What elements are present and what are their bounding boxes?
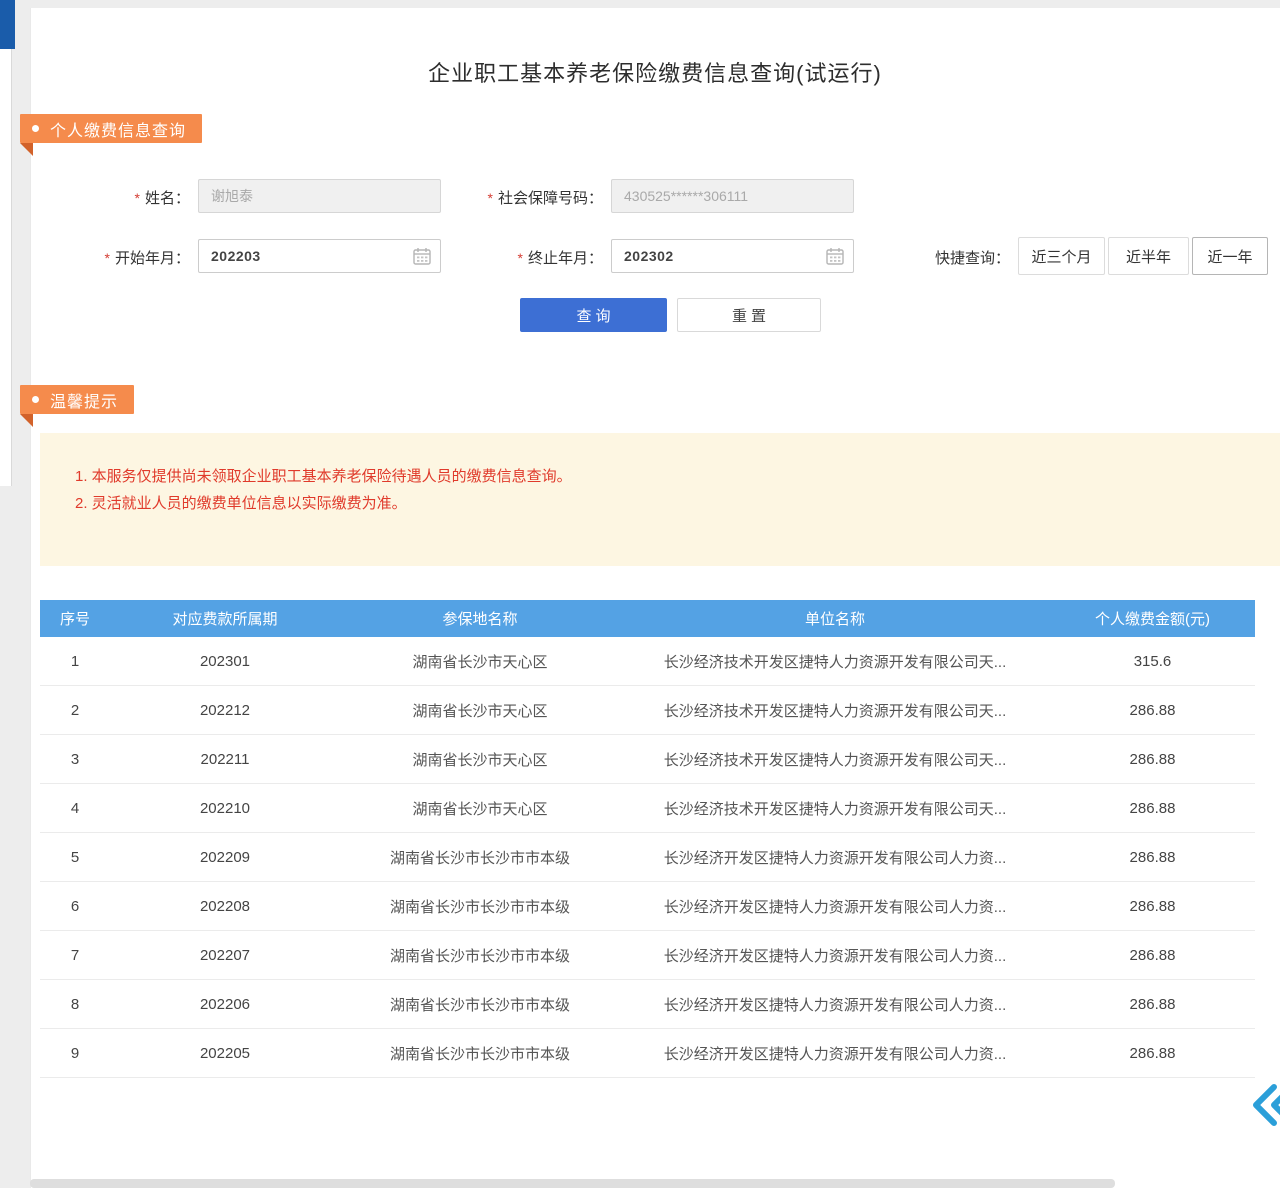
section-header-tips: 温馨提示 — [20, 385, 134, 414]
ssn-field[interactable] — [611, 179, 854, 213]
required-asterisk: * — [488, 190, 493, 206]
page-title: 企业职工基本养老保险缴费信息查询(试运行) — [30, 56, 1280, 88]
tip-line-2: 2. 灵活就业人员的缴费单位信息以实际缴费为准。 — [75, 491, 1260, 516]
required-asterisk: * — [518, 250, 523, 266]
calendar-icon[interactable] — [412, 246, 432, 266]
table-row: 7202207湖南省长沙市长沙市市本级长沙经济开发区捷特人力资源开发有限公司人力… — [40, 931, 1255, 980]
dot-icon — [32, 125, 39, 132]
end-date-label: *终止年月： — [440, 247, 603, 268]
start-date-label: *开始年月： — [58, 247, 190, 268]
quick-query-label: 快捷查询： — [900, 247, 1010, 268]
col-amount: 个人缴费金额(元) — [1050, 608, 1255, 629]
top-left-blue-corner — [0, 0, 15, 49]
col-place: 参保地名称 — [340, 608, 620, 629]
end-date-field[interactable] — [611, 239, 854, 273]
col-period: 对应费款所属期 — [110, 608, 340, 629]
table-row: 8202206湖南省长沙市长沙市市本级长沙经济开发区捷特人力资源开发有限公司人力… — [40, 980, 1255, 1029]
required-asterisk: * — [135, 190, 140, 206]
col-company: 单位名称 — [620, 608, 1050, 629]
quick-option-halfyear[interactable]: 近半年 — [1108, 237, 1189, 275]
calendar-icon[interactable] — [825, 246, 845, 266]
required-asterisk: * — [105, 250, 110, 266]
name-label: *姓名： — [58, 187, 190, 208]
dot-icon — [32, 396, 39, 403]
table-row: 6202208湖南省长沙市长沙市市本级长沙经济开发区捷特人力资源开发有限公司人力… — [40, 882, 1255, 931]
table-row: 1202301湖南省长沙市天心区长沙经济技术开发区捷特人力资源开发有限公司天..… — [40, 637, 1255, 686]
ribbon-fold — [20, 414, 33, 427]
table-row: 9202205湖南省长沙市长沙市市本级长沙经济开发区捷特人力资源开发有限公司人力… — [40, 1029, 1255, 1078]
table-row: 4202210湖南省长沙市天心区长沙经济技术开发区捷特人力资源开发有限公司天..… — [40, 784, 1255, 833]
table-header: 序号 对应费款所属期 参保地名称 单位名称 个人缴费金额(元) — [40, 600, 1255, 637]
table-row: 3202211湖南省长沙市天心区长沙经济技术开发区捷特人力资源开发有限公司天..… — [40, 735, 1255, 784]
table-row: 5202209湖南省长沙市长沙市市本级长沙经济开发区捷特人力资源开发有限公司人力… — [40, 833, 1255, 882]
double-chevron-left-icon[interactable] — [1250, 1080, 1280, 1130]
reset-button[interactable]: 重置 — [677, 298, 821, 332]
payment-table: 序号 对应费款所属期 参保地名称 单位名称 个人缴费金额(元) 1202301湖… — [40, 600, 1255, 1078]
tips-notice-box: 1. 本服务仅提供尚未领取企业职工基本养老保险待遇人员的缴费信息查询。 2. 灵… — [40, 433, 1280, 566]
horizontal-scrollbar[interactable] — [30, 1179, 1115, 1188]
quick-option-3months[interactable]: 近三个月 — [1018, 237, 1105, 275]
left-panel-edge — [0, 0, 12, 486]
name-field[interactable] — [198, 179, 441, 213]
col-seq: 序号 — [40, 608, 110, 629]
quick-option-1year[interactable]: 近一年 — [1192, 237, 1268, 275]
ssn-label: *社会保障号码： — [440, 187, 603, 208]
section-label: 温馨提示 — [50, 388, 118, 412]
start-date-field[interactable] — [198, 239, 441, 273]
pension-query-page: 企业职工基本养老保险缴费信息查询(试运行) 个人缴费信息查询 *姓名： *社会保… — [0, 0, 1280, 1188]
tip-line-1: 1. 本服务仅提供尚未领取企业职工基本养老保险待遇人员的缴费信息查询。 — [75, 464, 1260, 489]
section-label: 个人缴费信息查询 — [50, 117, 186, 141]
section-header-personal-query: 个人缴费信息查询 — [20, 114, 202, 143]
query-button[interactable]: 查询 — [520, 298, 667, 332]
table-row: 2202212湖南省长沙市天心区长沙经济技术开发区捷特人力资源开发有限公司天..… — [40, 686, 1255, 735]
